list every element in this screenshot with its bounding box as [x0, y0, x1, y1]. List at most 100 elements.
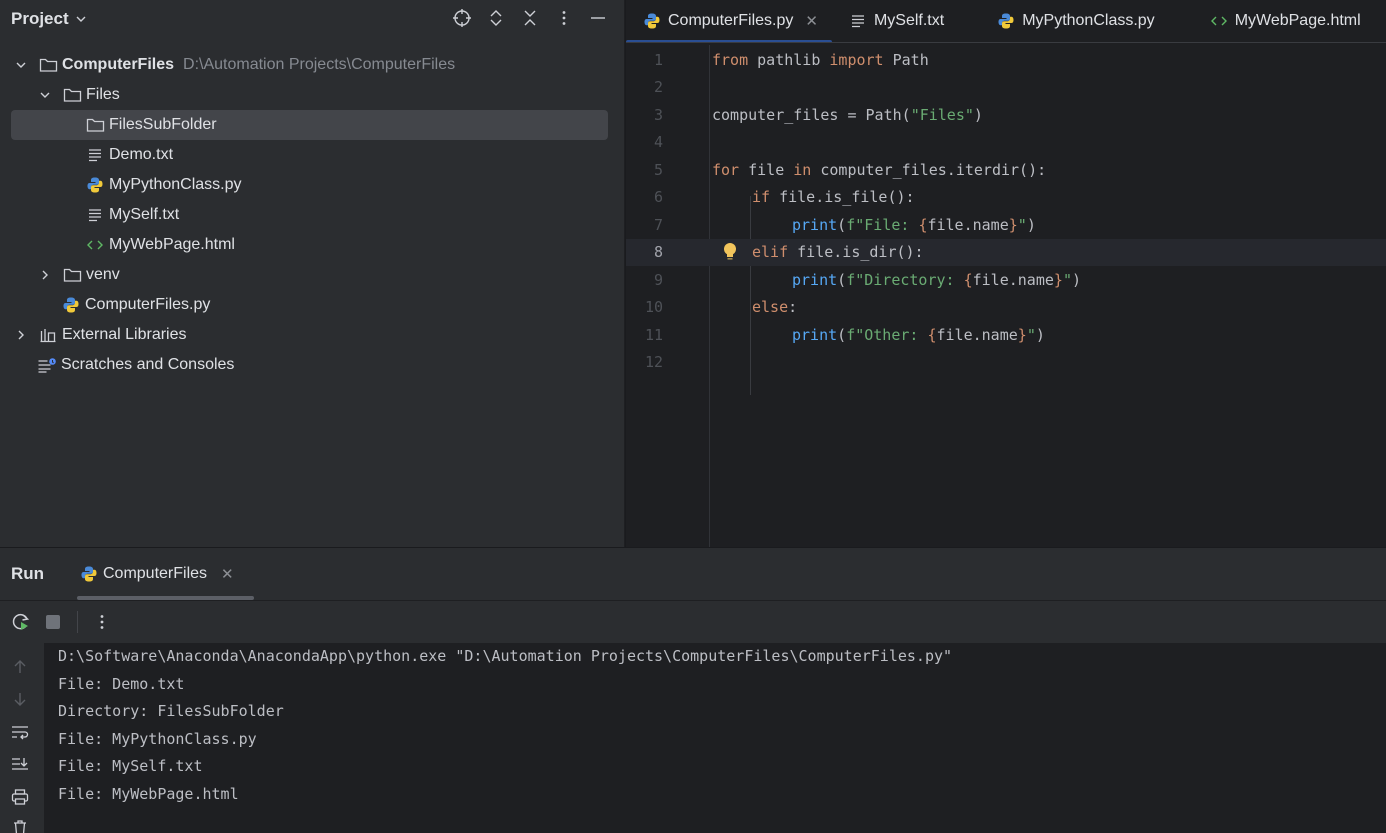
locate-file-icon[interactable] — [450, 6, 474, 30]
html-file-icon — [1209, 12, 1229, 30]
line-number: 5 — [653, 160, 663, 179]
line-number: 12 — [644, 353, 663, 372]
tree-item-label: Files — [86, 86, 120, 103]
line-number: 4 — [653, 133, 663, 152]
line-number: 6 — [653, 188, 663, 207]
folder-icon — [85, 116, 105, 134]
run-tab-label: ComputerFiles — [103, 565, 208, 582]
tree-item-mywebpage-html[interactable]: MyWebPage.html — [0, 230, 624, 260]
chevron-down-icon[interactable] — [37, 87, 53, 103]
arrow-down-icon[interactable] — [10, 689, 30, 709]
rerun-icon[interactable] — [9, 610, 33, 634]
tree-item-venv[interactable]: venv — [0, 260, 624, 290]
tab-label: MyPythonClass.py — [1022, 12, 1155, 29]
python-file-icon — [642, 12, 662, 30]
code-text: else: — [752, 298, 798, 317]
scratches-icon — [37, 356, 57, 374]
code-text: print(f"Directory: {file.name}") — [792, 270, 1081, 289]
code-line[interactable]: 3 computer_files = Path("Files") — [626, 101, 1386, 129]
tab-label: ComputerFiles.py — [668, 12, 794, 29]
python-file-icon — [61, 296, 81, 314]
soft-wrap-icon[interactable] — [10, 722, 30, 742]
tree-item-label: External Libraries — [62, 326, 187, 343]
run-tab-computerfiles[interactable]: ComputerFiles ✕ — [77, 548, 254, 600]
tree-item-label: FilesSubFolder — [109, 116, 217, 133]
code-text: from pathlib import Path — [712, 50, 929, 69]
expand-all-icon[interactable] — [484, 6, 508, 30]
tab-computerfiles-py[interactable]: ComputerFiles.py ✕ — [626, 0, 832, 42]
code-line[interactable]: 6 if file.is_file(): — [626, 184, 1386, 212]
more-options-icon[interactable] — [90, 610, 114, 634]
console-line: Directory: FilesSubFolder — [58, 702, 284, 720]
run-title: Run — [11, 564, 45, 583]
tab-label: MyWebPage.html — [1234, 12, 1361, 29]
close-icon[interactable]: ✕ — [805, 12, 818, 30]
tab-myself-txt[interactable]: MySelf.txt — [832, 0, 958, 42]
editor-tabs: ComputerFiles.py ✕ MySelf.txt MyPythonCl… — [626, 0, 1386, 43]
code-text: print(f"Other: {file.name}") — [792, 325, 1045, 344]
close-icon[interactable]: ✕ — [221, 565, 234, 583]
hide-panel-icon[interactable] — [586, 6, 610, 30]
project-view-selector[interactable]: Project — [11, 9, 69, 29]
chevron-down-icon[interactable] — [75, 13, 87, 25]
line-number: 8 — [653, 243, 663, 262]
tree-item-label: Demo.txt — [109, 146, 174, 163]
text-file-icon — [85, 146, 105, 164]
code-editor[interactable]: 1 from pathlib import Path 2 3 computer_… — [626, 45, 1386, 547]
collapse-all-icon[interactable] — [518, 6, 542, 30]
chevron-down-icon[interactable] — [13, 57, 29, 73]
tree-item-mypythonclass-py[interactable]: MyPythonClass.py — [0, 170, 624, 200]
project-toolbar — [450, 6, 610, 30]
tree-item-computerfiles[interactable]: ComputerFiles D:\Automation Projects\Com… — [0, 50, 624, 80]
folder-icon — [62, 266, 82, 284]
tree-item-scratches-and-consoles[interactable]: Scratches and Consoles — [0, 350, 624, 380]
chevron-right-icon[interactable] — [13, 327, 29, 343]
tree-item-files[interactable]: Files — [0, 80, 624, 110]
folder-icon — [38, 56, 58, 74]
lightbulb-icon[interactable] — [721, 241, 739, 263]
console-line: File: MyWebPage.html — [58, 784, 239, 803]
line-number: 10 — [644, 298, 663, 317]
editor-pane: ComputerFiles.py ✕ MySelf.txt MyPythonCl… — [625, 0, 1386, 547]
code-line[interactable]: 2 — [626, 74, 1386, 102]
print-icon[interactable] — [10, 787, 30, 807]
code-line[interactable]: 1 from pathlib import Path — [626, 46, 1386, 74]
code-line[interactable]: 9 print(f"Directory: {file.name}") — [626, 266, 1386, 294]
chevron-right-icon[interactable] — [37, 267, 53, 283]
scroll-to-end-icon[interactable] — [10, 754, 30, 774]
tree-item-myself-txt[interactable]: MySelf.txt — [0, 200, 624, 230]
line-number: 1 — [653, 50, 663, 69]
arrow-up-icon[interactable] — [10, 657, 30, 677]
run-header: Run ComputerFiles ✕ — [0, 548, 1386, 600]
tree-item-external-libraries[interactable]: External Libraries — [0, 320, 624, 350]
code-line[interactable]: 7 print(f"File: {file.name}") — [626, 211, 1386, 239]
code-text: elif file.is_dir(): — [752, 243, 924, 262]
html-file-icon — [85, 236, 105, 254]
code-line[interactable]: 10 else: — [626, 294, 1386, 322]
code-line[interactable]: 5 for file in computer_files.iterdir(): — [626, 156, 1386, 184]
tab-mypythonclass-py[interactable]: MyPythonClass.py — [958, 0, 1169, 42]
tree-item-demo-txt[interactable]: Demo.txt — [0, 140, 624, 170]
line-number: 9 — [653, 270, 663, 289]
tab-mywebpage-html[interactable]: MyWebPage.html — [1169, 0, 1375, 42]
console-line: File: MyPythonClass.py — [58, 729, 257, 748]
code-line-current[interactable]: 8 elif file.is_dir(): — [626, 238, 1386, 266]
code-line[interactable]: 12 — [626, 349, 1386, 377]
stop-icon[interactable] — [41, 610, 65, 634]
trash-icon[interactable] — [10, 817, 30, 833]
more-options-icon[interactable] — [552, 6, 576, 30]
tree-item-label: MyPythonClass.py — [109, 176, 242, 193]
library-icon — [38, 326, 58, 344]
console-output[interactable]: D:\Software\Anaconda\AnacondaApp\python.… — [44, 643, 1386, 833]
code-line[interactable]: 11 print(f"Other: {file.name}") — [626, 321, 1386, 349]
tree-item-label: Scratches and Consoles — [61, 356, 235, 373]
run-panel: Run ComputerFiles ✕ D:\Software\Anaconda… — [0, 547, 1386, 833]
text-file-icon — [85, 206, 105, 224]
tree-item-computerfiles-py[interactable]: ComputerFiles.py — [0, 290, 624, 320]
project-path-hint: D:\Automation Projects\ComputerFiles — [183, 56, 456, 73]
code-line[interactable]: 4 — [626, 129, 1386, 157]
tree-item-filessubfolder[interactable]: FilesSubFolder — [0, 110, 624, 140]
python-file-icon — [85, 176, 105, 194]
tab-label: MySelf.txt — [873, 12, 945, 29]
console-line: File: Demo.txt — [58, 674, 185, 693]
